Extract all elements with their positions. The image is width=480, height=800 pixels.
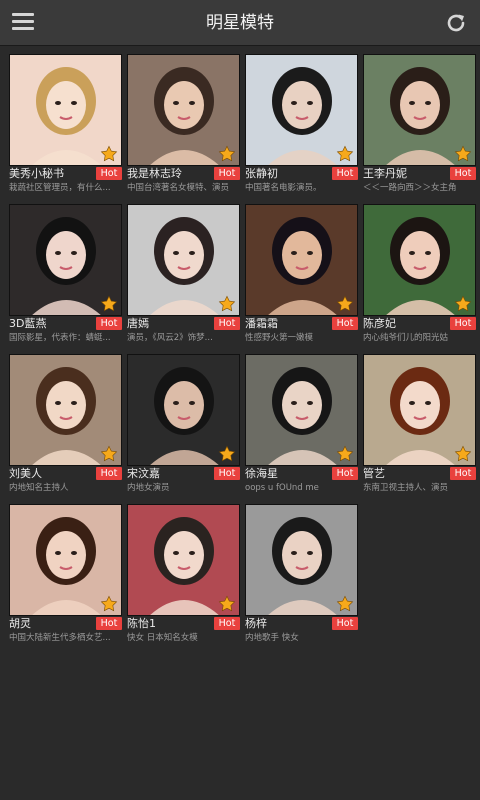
- celebrity-name: 王李丹妮: [363, 167, 407, 180]
- celebrity-name: 陈彦妃: [363, 317, 396, 330]
- favorite-star-icon[interactable]: [454, 145, 472, 163]
- hot-badge: Hot: [450, 317, 476, 330]
- hot-badge: Hot: [214, 167, 240, 180]
- favorite-star-icon[interactable]: [218, 595, 236, 613]
- celebrity-description: 中国台湾著名女模特、演员: [127, 183, 230, 193]
- favorite-star-icon[interactable]: [218, 145, 236, 163]
- celebrity-photo[interactable]: [9, 354, 122, 466]
- celebrity-photo[interactable]: [245, 204, 358, 316]
- hot-badge: Hot: [214, 617, 240, 630]
- celebrity-photo[interactable]: [9, 504, 122, 616]
- celebrity-description: 内心纯爷们儿的阳光姑: [363, 333, 449, 343]
- favorite-star-icon[interactable]: [454, 445, 472, 463]
- celebrity-description: 中国著名电影演员。: [245, 183, 322, 193]
- celebrity-name: 3D藍燕: [9, 317, 47, 330]
- celebrity-photo[interactable]: [127, 204, 240, 316]
- celebrity-description: 国际影星，代表作：蜻蜓...: [9, 333, 111, 343]
- hot-badge: Hot: [332, 617, 358, 630]
- celebrity-name: 美秀小秘书: [9, 167, 64, 180]
- celebrity-name: 陈怡1: [127, 617, 156, 630]
- hot-badge: Hot: [96, 467, 122, 480]
- celebrity-name: 杨梓: [245, 617, 267, 630]
- celebrity-photo[interactable]: [363, 204, 476, 316]
- celebrity-description: 内地女演员: [127, 483, 170, 493]
- celebrity-description: oops u fOUnd me: [245, 483, 319, 493]
- hot-badge: Hot: [450, 467, 476, 480]
- celebrity-photo[interactable]: [363, 54, 476, 166]
- celebrity-photo[interactable]: [127, 54, 240, 166]
- favorite-star-icon[interactable]: [336, 295, 354, 313]
- celebrity-card[interactable]: 陈彦妃 Hot 内心纯爷们儿的阳光姑: [363, 204, 476, 346]
- celebrity-card[interactable]: 美秀小秘书 Hot 栽蔬社区管理员，有什么...: [9, 54, 122, 196]
- celebrity-description: 中国大陆新生代多栖女艺...: [9, 633, 111, 643]
- celebrity-name: 我是林志玲: [127, 167, 182, 180]
- hot-badge: Hot: [96, 167, 122, 180]
- favorite-star-icon[interactable]: [100, 445, 118, 463]
- celebrity-description: ＜＜一路向西＞＞女主角: [363, 183, 457, 193]
- celebrity-card[interactable]: 陈怡1 Hot 快女 日本知名女模: [127, 504, 240, 646]
- favorite-star-icon[interactable]: [218, 445, 236, 463]
- celebrity-name: 宋汶嘉: [127, 467, 160, 480]
- celebrity-card[interactable]: 宋汶嘉 Hot 内地女演员: [127, 354, 240, 496]
- favorite-star-icon[interactable]: [100, 595, 118, 613]
- hot-badge: Hot: [450, 167, 476, 180]
- celebrity-card[interactable]: 我是林志玲 Hot 中国台湾著名女模特、演员: [127, 54, 240, 196]
- favorite-star-icon[interactable]: [454, 295, 472, 313]
- celebrity-description: 性感野火第一嫩模: [245, 333, 314, 343]
- celebrity-photo[interactable]: [245, 354, 358, 466]
- hot-badge: Hot: [96, 317, 122, 330]
- favorite-star-icon[interactable]: [100, 295, 118, 313]
- hot-badge: Hot: [214, 467, 240, 480]
- celebrity-photo[interactable]: [9, 204, 122, 316]
- celebrity-card[interactable]: 唐嫣 Hot 演员，《风云2》饰梦...: [127, 204, 240, 346]
- celebrity-description: 东南卫视主持人、演员: [363, 483, 449, 493]
- hot-badge: Hot: [96, 617, 122, 630]
- celebrity-card[interactable]: 潘霜霜 Hot 性感野火第一嫩模: [245, 204, 358, 346]
- celebrity-card[interactable]: 胡灵 Hot 中国大陆新生代多栖女艺...: [9, 504, 122, 646]
- favorite-star-icon[interactable]: [100, 145, 118, 163]
- hot-badge: Hot: [332, 317, 358, 330]
- celebrity-card[interactable]: 徐海星 Hot oops u fOUnd me: [245, 354, 358, 496]
- celebrity-card[interactable]: 3D藍燕 Hot 国际影星，代表作：蜻蜓...: [9, 204, 122, 346]
- celebrity-photo[interactable]: [245, 504, 358, 616]
- favorite-star-icon[interactable]: [336, 445, 354, 463]
- refresh-icon[interactable]: [444, 11, 468, 35]
- celebrity-grid: 美秀小秘书 Hot 栽蔬社区管理员，有什么... 我是林志玲 Hot 中国台湾著名女模特、…: [9, 54, 476, 646]
- celebrity-photo[interactable]: [127, 504, 240, 616]
- celebrity-name: 管艺: [363, 467, 385, 480]
- celebrity-photo[interactable]: [9, 54, 122, 166]
- celebrity-name: 刘美人: [9, 467, 42, 480]
- celebrity-card[interactable]: 刘美人 Hot 内地知名主持人: [9, 354, 122, 496]
- celebrity-description: 内地歌手 快女: [245, 633, 299, 643]
- celebrity-name: 唐嫣: [127, 317, 149, 330]
- celebrity-name: 胡灵: [9, 617, 31, 630]
- celebrity-card[interactable]: 杨梓 Hot 内地歌手 快女: [245, 504, 358, 646]
- page-title: 明星模特: [206, 13, 274, 33]
- celebrity-description: 演员，《风云2》饰梦...: [127, 333, 213, 343]
- celebrity-description: 内地知名主持人: [9, 483, 69, 493]
- celebrity-name: 潘霜霜: [245, 317, 278, 330]
- favorite-star-icon[interactable]: [336, 145, 354, 163]
- celebrity-name: 徐海星: [245, 467, 278, 480]
- hot-badge: Hot: [332, 167, 358, 180]
- celebrity-name: 张静初: [245, 167, 278, 180]
- celebrity-description: 快女 日本知名女模: [127, 633, 198, 643]
- favorite-star-icon[interactable]: [336, 595, 354, 613]
- favorite-star-icon[interactable]: [218, 295, 236, 313]
- celebrity-photo[interactable]: [363, 354, 476, 466]
- app-header: 明星模特: [0, 0, 480, 46]
- celebrity-description: 栽蔬社区管理员，有什么...: [9, 183, 111, 193]
- hot-badge: Hot: [214, 317, 240, 330]
- celebrity-photo[interactable]: [127, 354, 240, 466]
- celebrity-photo[interactable]: [245, 54, 358, 166]
- celebrity-card[interactable]: 王李丹妮 Hot ＜＜一路向西＞＞女主角: [363, 54, 476, 196]
- hot-badge: Hot: [332, 467, 358, 480]
- celebrity-card[interactable]: 管艺 Hot 东南卫视主持人、演员: [363, 354, 476, 496]
- celebrity-card[interactable]: 张静初 Hot 中国著名电影演员。: [245, 54, 358, 196]
